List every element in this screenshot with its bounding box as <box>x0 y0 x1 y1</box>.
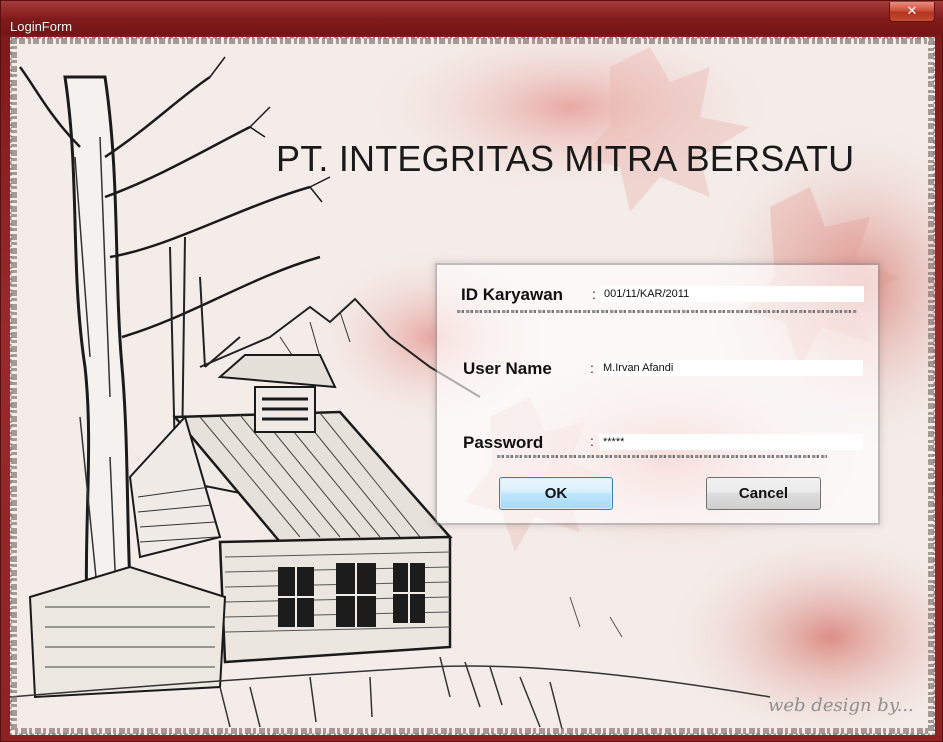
id-karyawan-input[interactable]: 001/11/KAR/2011 <box>600 286 864 302</box>
id-colon: : <box>592 286 596 302</box>
cancel-button[interactable]: Cancel <box>706 477 821 510</box>
user-name-label: User Name <box>463 359 552 378</box>
window-title: LoginForm <box>10 19 73 34</box>
password-label: Password <box>463 433 544 452</box>
login-window: LoginForm ✕ PT. INTEGRITAS MITRA BERSATU… <box>0 0 943 742</box>
title-bar[interactable]: LoginForm ✕ <box>1 1 943 35</box>
user-name-input[interactable]: M.Irvan Afandi <box>599 360 863 376</box>
ok-button[interactable]: OK <box>499 477 613 510</box>
login-panel: ID Karyawan : 001/11/KAR/2011 User Name … <box>437 265 878 523</box>
id-karyawan-label: ID Karyawan <box>461 285 564 304</box>
password-underline <box>497 455 827 458</box>
id-underline <box>457 310 857 313</box>
form-client-area: PT. INTEGRITAS MITRA BERSATU ID Karyawan… <box>10 37 935 735</box>
company-name-heading: PT. INTEGRITAS MITRA BERSATU <box>276 138 855 179</box>
username-colon: : <box>590 360 594 376</box>
password-input[interactable]: ***** <box>599 434 863 450</box>
close-button[interactable]: ✕ <box>889 2 935 22</box>
close-icon: ✕ <box>906 4 918 19</box>
web-design-watermark: web design by... <box>768 695 914 716</box>
password-colon: : <box>590 433 594 449</box>
